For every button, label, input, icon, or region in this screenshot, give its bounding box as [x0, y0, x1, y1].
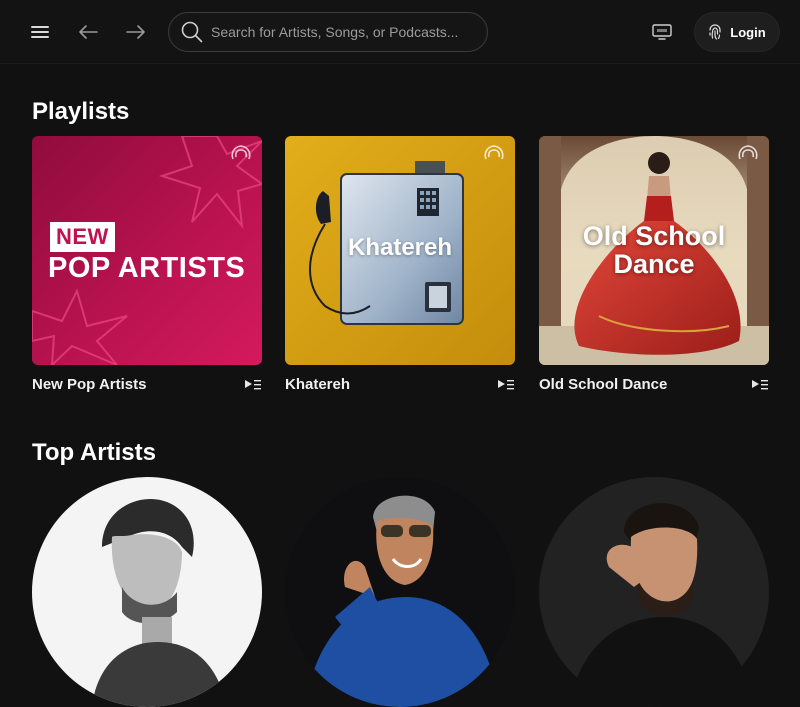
forward-button[interactable]: [120, 16, 152, 48]
cast-tv-button[interactable]: [646, 16, 678, 48]
play-queue-icon: [245, 380, 261, 390]
add-to-queue-button[interactable]: [497, 377, 515, 393]
fingerprint-icon: [709, 24, 721, 40]
playlist-cover[interactable]: Old School Dance: [539, 136, 769, 365]
search-input[interactable]: [209, 23, 475, 41]
cover-title: Khatereh: [347, 234, 453, 261]
hamburger-icon: [31, 26, 49, 38]
card-footer: Khatereh: [285, 376, 515, 398]
cover-title-line-2: Dance: [613, 249, 695, 279]
card-footer: New Pop Artists: [32, 376, 262, 398]
playlist-name[interactable]: New Pop Artists: [32, 376, 146, 393]
top-bar: Login: [0, 0, 800, 64]
cover-title-line-1: Old School: [582, 221, 726, 251]
cover-title: POP ARTISTS: [48, 252, 246, 284]
brand-logo-icon: [738, 145, 758, 160]
arrow-left-icon: [79, 25, 98, 39]
arrow-right-icon: [126, 25, 145, 39]
artist-photo: [32, 477, 262, 707]
cover-badge-new: NEW: [50, 222, 115, 252]
playlist-card-new-pop-artists[interactable]: NEW POP ARTISTS New Pop Artists: [32, 136, 262, 393]
cast-tv-icon: [652, 24, 672, 40]
playlist-card-khatereh[interactable]: Khatereh Khatereh: [285, 136, 515, 393]
playlist-card-old-school-dance[interactable]: Old School Dance Old School Dance: [539, 136, 769, 393]
playlist-cover[interactable]: Khatereh: [285, 136, 515, 365]
search-bar[interactable]: [168, 12, 488, 52]
card-footer: Old School Dance: [539, 376, 769, 398]
playlist-cover[interactable]: NEW POP ARTISTS: [32, 136, 262, 365]
artist-avatar[interactable]: [32, 477, 262, 707]
playlist-name[interactable]: Old School Dance: [539, 376, 667, 393]
brand-logo-icon: [484, 145, 504, 160]
play-queue-icon: [498, 380, 514, 390]
section-title-top-artists: Top Artists: [32, 439, 156, 466]
artist-photo: [539, 477, 769, 707]
menu-button[interactable]: [24, 16, 56, 48]
login-button[interactable]: Login: [694, 12, 780, 52]
playlist-name[interactable]: Khatereh: [285, 376, 350, 393]
add-to-queue-button[interactable]: [244, 377, 262, 393]
add-to-queue-button[interactable]: [751, 377, 769, 393]
artist-avatar[interactable]: [285, 477, 515, 707]
search-icon: [181, 21, 203, 43]
section-title-playlists: Playlists: [32, 98, 130, 125]
artist-photo: [285, 477, 515, 707]
login-label: Login: [730, 24, 766, 40]
back-button[interactable]: [72, 16, 104, 48]
play-queue-icon: [752, 380, 768, 390]
artist-avatar[interactable]: [539, 477, 769, 707]
brand-logo-icon: [231, 145, 251, 160]
cover-title: Old School Dance: [539, 222, 769, 278]
